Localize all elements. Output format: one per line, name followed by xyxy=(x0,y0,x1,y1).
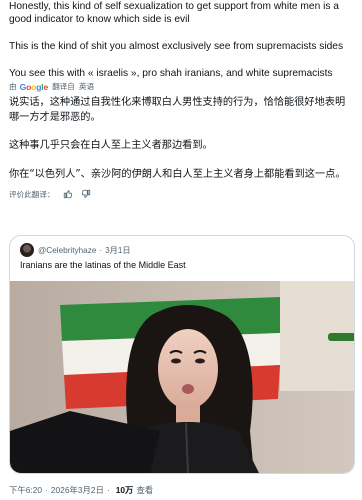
separator-dot: · xyxy=(45,485,48,495)
views-label: 查看 xyxy=(136,485,154,495)
quoted-date[interactable]: 3月1日 xyxy=(105,244,130,256)
rate-translation-label: 评价此翻译： xyxy=(9,189,55,199)
separator-dot: · xyxy=(99,245,103,255)
translate-label: 翻译自 xyxy=(52,82,75,91)
translation-attribution: 由 Google 翻译自 英语 xyxy=(9,80,355,93)
quoted-post[interactable]: @Celebrityhaze · 3月1日 Iranians are the l… xyxy=(9,235,355,474)
avatar[interactable] xyxy=(20,243,34,257)
quoted-text: Iranians are the latinas of the Middle E… xyxy=(20,260,186,270)
thumbs-up-icon[interactable] xyxy=(63,189,73,199)
post-paragraph: This is the kind of shit you almost excl… xyxy=(9,41,344,52)
quoted-post-header: @Celebrityhaze · 3月1日 xyxy=(10,236,354,257)
views-count[interactable]: 10万 xyxy=(116,484,134,496)
quoted-handle[interactable]: @Celebrityhaze xyxy=(38,246,96,255)
translated-by-label: 由 xyxy=(9,82,17,91)
separator-dot: · xyxy=(106,485,110,495)
quoted-photo[interactable] xyxy=(10,281,354,473)
rate-translation: 评价此翻译： xyxy=(9,188,355,200)
source-language: 英语 xyxy=(78,82,95,91)
post-paragraph: You see this with « israelis », pro shah… xyxy=(9,68,333,79)
thumbs-down-icon[interactable] xyxy=(81,189,91,199)
translated-paragraph: 你在“以色列人”、亲沙阿的伊朗人和白人至上主义者身上都能看到这一点。 xyxy=(9,168,346,180)
post-date[interactable]: 2026年3月2日 xyxy=(51,484,104,496)
post-paragraph: Honestly, this kind of self sexualizatio… xyxy=(9,1,339,25)
post-time[interactable]: 下午6:20 xyxy=(9,484,42,496)
translated-paragraph: 说实话，这种通过自我性化来博取白人男性支持的行为，恰恰能很好地表明哪一方才是邪恶… xyxy=(9,97,346,123)
post-meta: 下午6:20 · 2026年3月2日 · 10万 查看 xyxy=(9,484,153,496)
photo-image xyxy=(10,281,354,473)
translated-paragraph: 这种事几乎只会在白人至上主义者那边看到。 xyxy=(9,140,213,151)
google-logo: Google xyxy=(19,81,49,92)
post-body: Honestly, this kind of self sexualizatio… xyxy=(9,0,355,200)
